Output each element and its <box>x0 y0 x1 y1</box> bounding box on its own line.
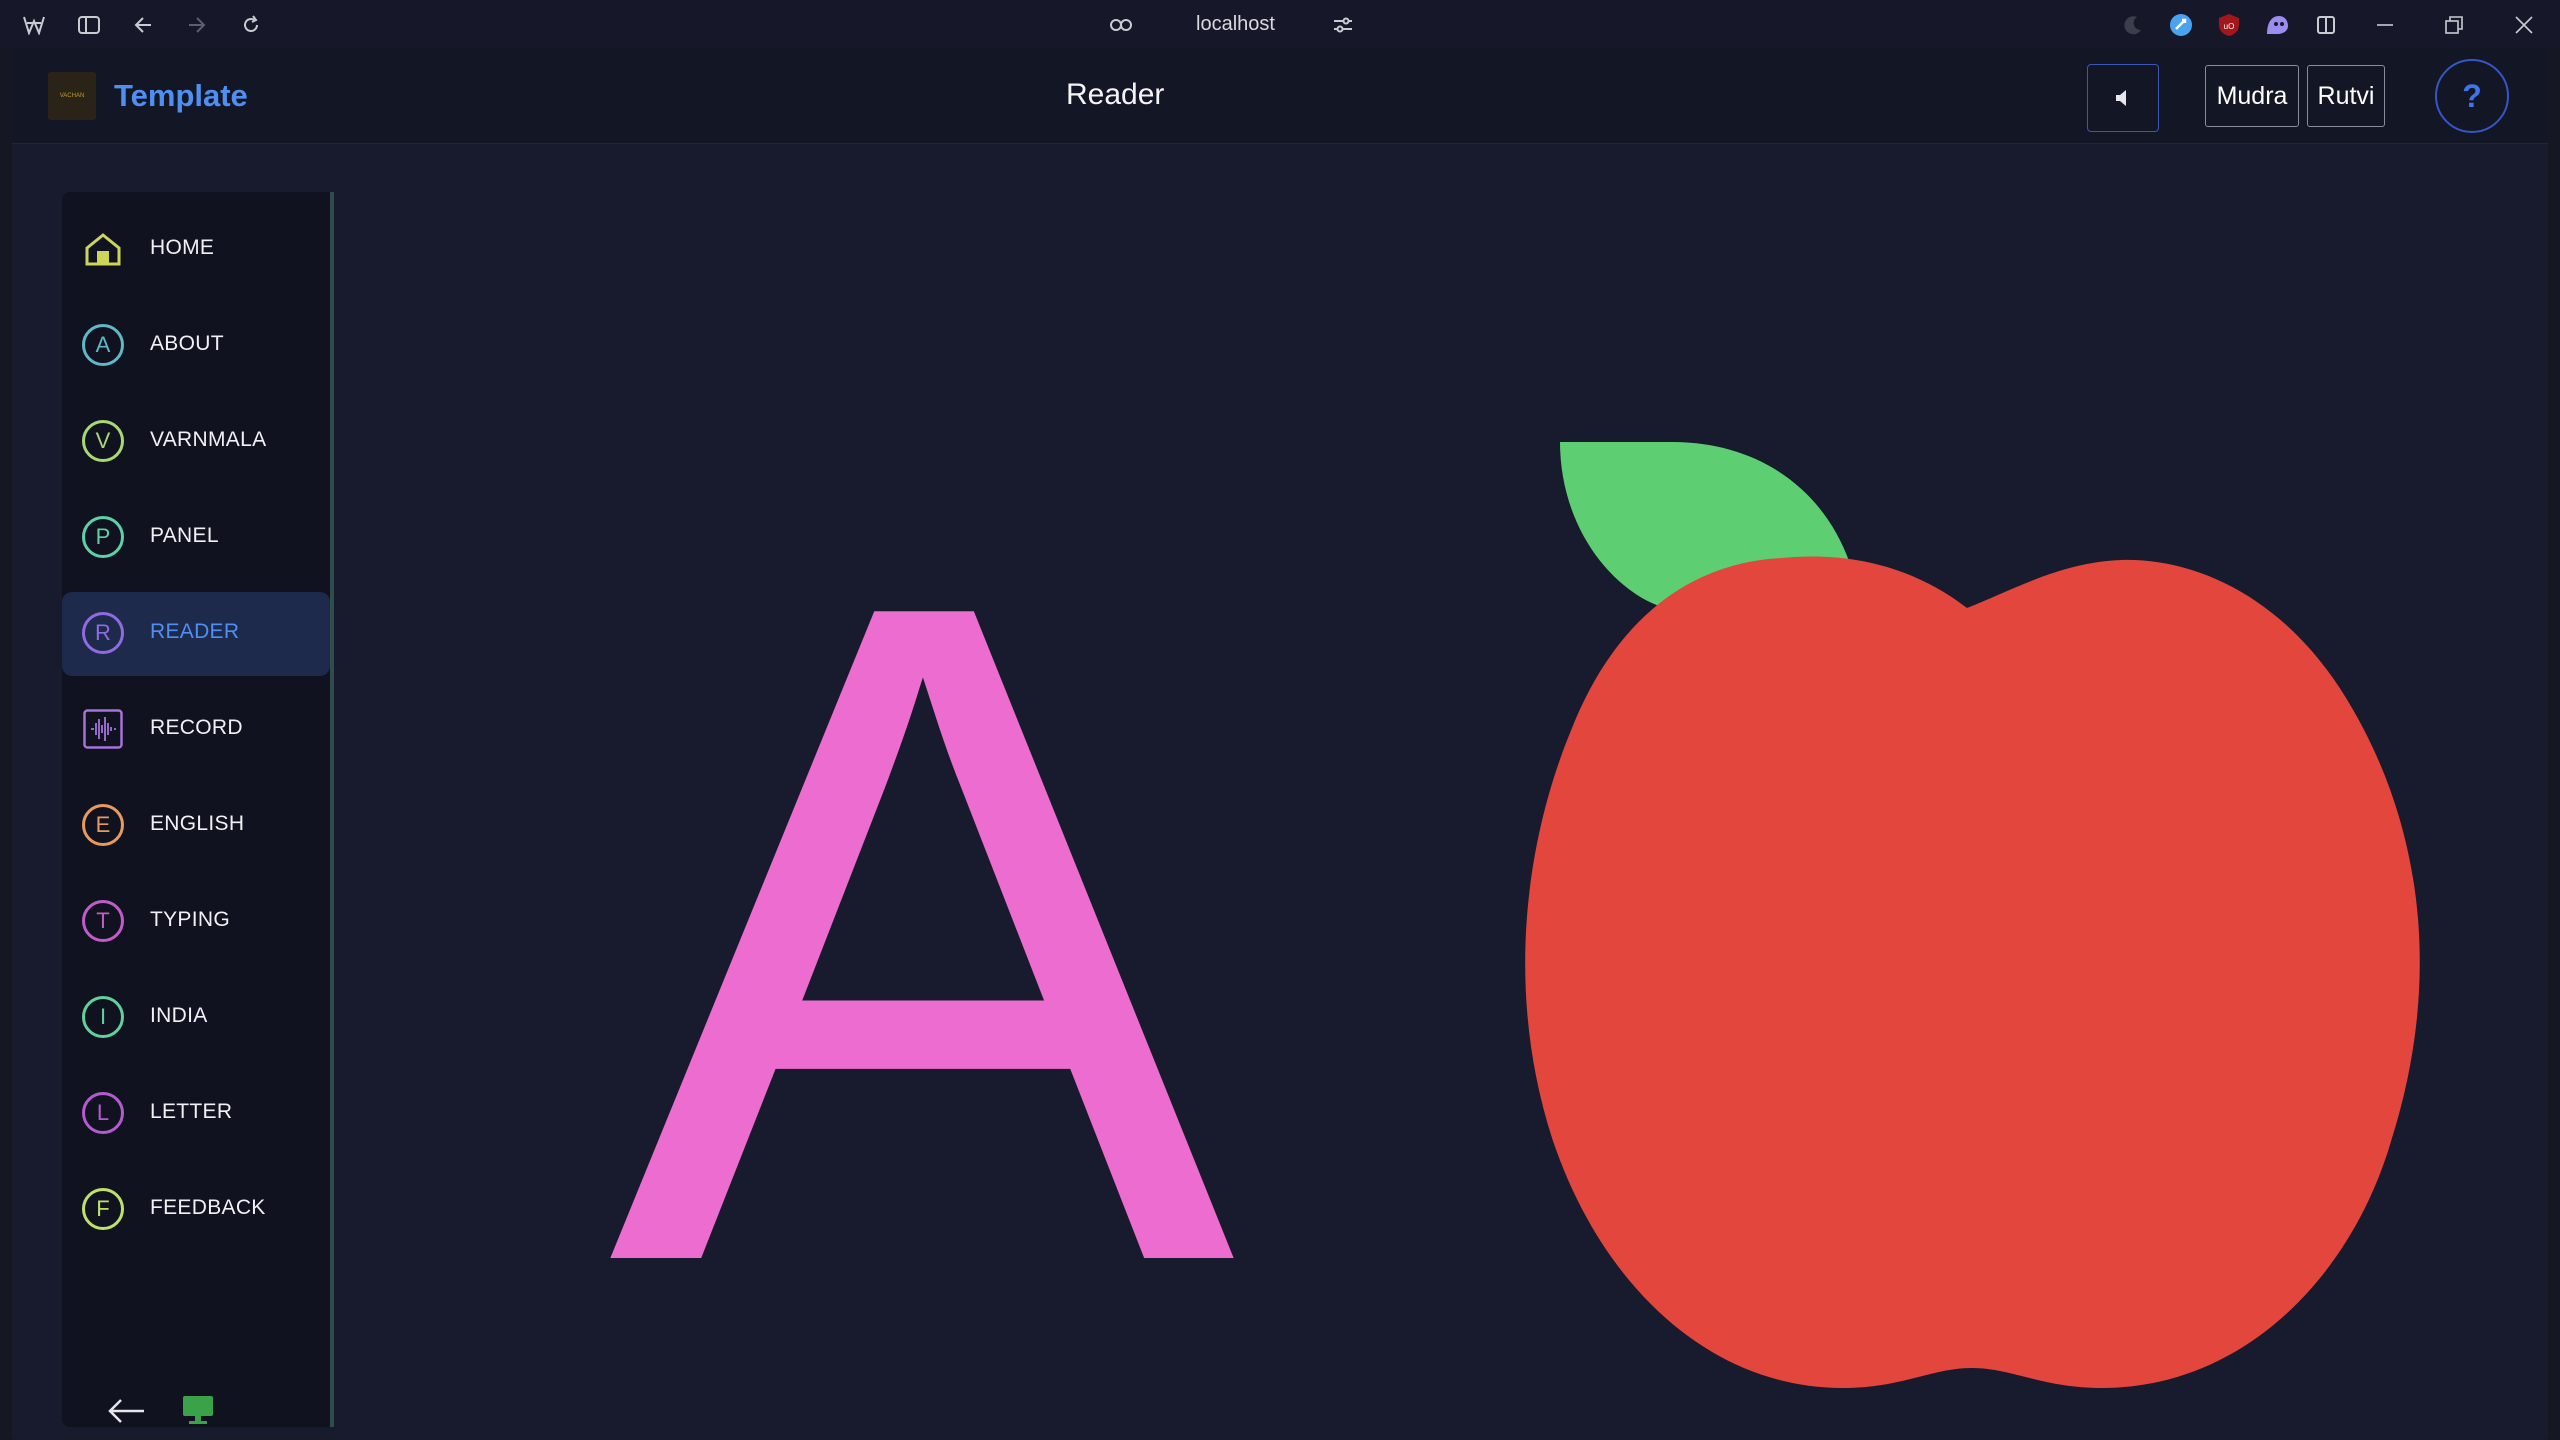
browser-toolbar: localhost uO <box>0 0 2560 48</box>
sidebar-item-home[interactable]: HOME <box>62 208 330 292</box>
home-icon <box>82 228 124 270</box>
page-title: Reader <box>1066 78 1165 111</box>
sidebar-item-label: HOME <box>150 236 215 259</box>
sidebar-item-india[interactable]: I INDIA <box>62 976 330 1060</box>
sidebar-item-record[interactable]: RECORD <box>62 688 330 772</box>
sidebar-divider <box>330 192 334 1427</box>
sidebar-item-label: ABOUT <box>150 332 224 355</box>
forward-icon[interactable] <box>184 12 210 38</box>
ublock-icon[interactable]: uO <box>2216 12 2242 38</box>
typing-letter-icon: T <box>82 900 124 942</box>
sidebar-item-varnmala[interactable]: V VARNMALA <box>62 400 330 484</box>
feedback-letter-icon: F <box>82 1188 124 1230</box>
back-icon[interactable] <box>130 12 156 38</box>
letter-glyph: A <box>609 568 1241 1268</box>
sidebar-item-label: LETTER <box>150 1100 233 1123</box>
reader-letter: A <box>609 568 1241 1268</box>
address-bar[interactable]: localhost <box>1196 10 1275 38</box>
app-window: VACHAN Template Reader Mudra Rutvi ? HOM… <box>12 48 2548 1440</box>
sidebar-item-label: TYPING <box>150 908 230 931</box>
waveform-icon <box>82 708 124 750</box>
sidebar: HOME A ABOUT V VARNMALA P PANEL R READER… <box>62 192 330 1427</box>
sound-button[interactable] <box>2087 64 2159 132</box>
close-icon[interactable] <box>2511 12 2537 38</box>
site-settings-icon[interactable] <box>1330 12 1356 38</box>
sidebar-item-typing[interactable]: T TYPING <box>62 880 330 964</box>
sidebar-item-label: RECORD <box>150 716 243 739</box>
app-logo[interactable]: VACHAN <box>48 72 96 120</box>
english-letter-icon: E <box>82 804 124 846</box>
link-icon[interactable] <box>1108 12 1134 38</box>
sidebar-item-label: PANEL <box>150 524 219 547</box>
reload-icon[interactable] <box>238 12 264 38</box>
collapse-sidebar-button[interactable] <box>106 1390 148 1432</box>
sidebar-item-label: ENGLISH <box>150 812 245 835</box>
monitor-icon <box>183 1396 213 1424</box>
extension-blue-icon[interactable] <box>2168 12 2194 38</box>
apple-body <box>1525 556 2420 1388</box>
sidebar-item-label: READER <box>150 620 240 643</box>
app-header: VACHAN Template Reader Mudra Rutvi ? <box>12 48 2548 144</box>
sidebar-item-reader[interactable]: R READER <box>62 592 330 676</box>
sidebar-item-panel[interactable]: P PANEL <box>62 496 330 580</box>
sidebar-item-letter[interactable]: L LETTER <box>62 1072 330 1156</box>
minimize-icon[interactable] <box>2372 12 2398 38</box>
restore-icon[interactable] <box>2441 12 2467 38</box>
varnmala-letter-icon: V <box>82 420 124 462</box>
svg-text:uO: uO <box>2224 22 2235 31</box>
sidebar-item-label: INDIA <box>150 1004 208 1027</box>
browser-logo-icon[interactable] <box>21 12 47 38</box>
sidebar-item-label: FEEDBACK <box>150 1196 266 1219</box>
apple-illustration <box>1525 442 2420 1388</box>
user-button-rutvi[interactable]: Rutvi <box>2307 65 2385 127</box>
sidebar-toggle-icon[interactable] <box>76 12 102 38</box>
panel-letter-icon: P <box>82 516 124 558</box>
about-letter-icon: A <box>82 324 124 366</box>
india-letter-icon: I <box>82 996 124 1038</box>
sidebar-item-label: VARNMALA <box>150 428 267 451</box>
speaker-icon <box>2116 90 2126 106</box>
reader-letter-icon: R <box>82 612 124 654</box>
letter-letter-icon: L <box>82 1092 124 1134</box>
user-button-mudra[interactable]: Mudra <box>2205 65 2299 127</box>
dark-mode-extension-icon[interactable] <box>2120 12 2146 38</box>
brand-title[interactable]: Template <box>114 78 248 114</box>
help-button[interactable]: ? <box>2435 59 2509 133</box>
sidebar-item-english[interactable]: E ENGLISH <box>62 784 330 868</box>
sidebar-item-about[interactable]: A ABOUT <box>62 304 330 388</box>
split-view-icon[interactable] <box>2313 12 2339 38</box>
ghost-extension-icon[interactable] <box>2264 12 2290 38</box>
arrow-left-icon <box>108 1399 144 1423</box>
sidebar-item-feedback[interactable]: F FEEDBACK <box>62 1168 330 1252</box>
display-mode-button[interactable] <box>180 1392 216 1428</box>
